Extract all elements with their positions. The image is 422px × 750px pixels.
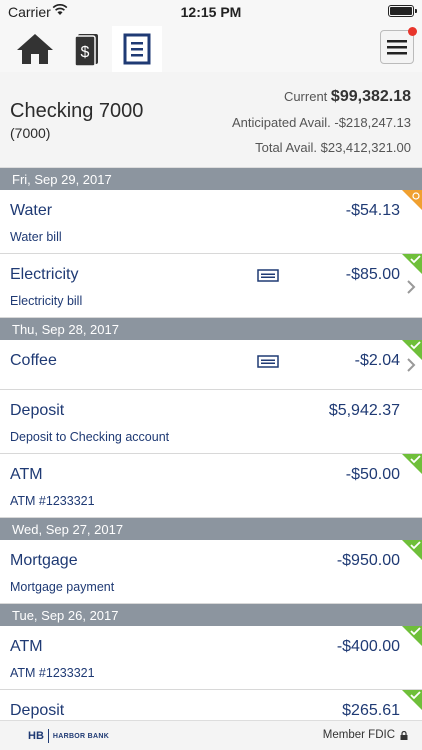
total-balance: Total Avail. $23,412,321.00: [255, 140, 411, 155]
chevron-right-icon: [407, 280, 416, 294]
svg-text:$: $: [81, 44, 90, 61]
menu-icon: [387, 40, 407, 55]
date-header: Fri, Sep 29, 2017: [0, 168, 422, 190]
status-bar: Carrier 12:15 PM: [0, 0, 422, 24]
transaction-name: Electricity: [10, 266, 79, 283]
transaction-amount: -$85.00: [345, 266, 400, 283]
notification-badge: [408, 27, 417, 36]
transaction-description: ATM #1233321: [10, 666, 95, 680]
account-number: (7000): [10, 125, 51, 141]
cleared-check-icon: [402, 540, 422, 560]
transaction-description: Electricity bill: [10, 294, 83, 308]
chevron-right-icon: [407, 358, 416, 372]
transaction-list[interactable]: Fri, Sep 29, 2017 Water Water bill -$54.…: [0, 168, 422, 720]
anticipated-balance: Anticipated Avail. -$218,247.13: [231, 115, 411, 130]
menu-button[interactable]: [380, 27, 417, 64]
nav-activity-button[interactable]: [112, 26, 162, 72]
cleared-check-icon: [402, 690, 422, 710]
account-summary: Checking 7000 (7000) Current $99,382.18 …: [0, 72, 422, 168]
transaction-name: Coffee: [10, 352, 57, 369]
member-fdic: Member FDIC: [323, 729, 408, 741]
transaction-row[interactable]: Mortgage Mortgage payment -$950.00: [0, 540, 422, 604]
transaction-name: Deposit: [10, 402, 65, 419]
transaction-amount: $265.61: [342, 702, 400, 719]
money-icon: $: [74, 34, 98, 67]
clock: 12:15 PM: [180, 4, 242, 20]
cleared-check-icon: [402, 626, 422, 646]
transaction-amount: $5,942.37: [328, 402, 400, 419]
transaction-row[interactable]: ATM ATM #1233321 -$400.00: [0, 626, 422, 690]
transaction-name: Deposit: [10, 702, 65, 719]
nav-accounts-button[interactable]: $: [61, 26, 111, 72]
cleared-check-icon: [402, 340, 422, 360]
transaction-row[interactable]: ATM ATM #1233321 -$50.00: [0, 454, 422, 518]
transaction-amount: -$950.00: [336, 552, 400, 569]
date-header: Tue, Sep 26, 2017: [0, 604, 422, 626]
transaction-row[interactable]: Water Water bill -$54.13: [0, 190, 422, 254]
transaction-amount: -$2.04: [354, 352, 400, 369]
transaction-name: ATM: [10, 638, 43, 655]
cleared-check-icon: [402, 454, 422, 474]
lock-icon: [400, 730, 408, 740]
transaction-row[interactable]: Deposit Deposit to Checking account $5,9…: [0, 390, 422, 454]
transaction-description: Mortgage payment: [10, 580, 115, 594]
footer: HB HARBOR BANK Member FDIC: [0, 720, 422, 750]
transaction-row[interactable]: Deposit $265.61: [0, 690, 422, 720]
card-icon: [257, 355, 279, 368]
pending-icon: [402, 190, 422, 210]
home-icon: [17, 34, 53, 64]
current-balance: Current $99,382.18: [283, 88, 411, 105]
date-header: Thu, Sep 28, 2017: [0, 318, 422, 340]
transaction-description: Deposit to Checking account: [10, 430, 170, 444]
transaction-description: ATM #1233321: [10, 494, 95, 508]
bank-logo: HB HARBOR BANK: [28, 729, 110, 743]
transaction-amount: -$54.13: [345, 202, 400, 219]
top-navigation: $: [0, 24, 422, 72]
nav-home-button[interactable]: [10, 26, 60, 72]
transaction-amount: -$50.00: [345, 466, 400, 483]
transaction-description: Water bill: [10, 230, 62, 244]
transaction-name: ATM: [10, 466, 43, 483]
card-icon: [257, 269, 279, 282]
account-name: Checking 7000: [10, 100, 144, 122]
transaction-row[interactable]: Electricity Electricity bill -$85.00: [0, 254, 422, 318]
battery-icon: [388, 5, 417, 17]
activity-icon: [123, 33, 151, 65]
transaction-name: Mortgage: [10, 552, 78, 569]
transaction-amount: -$400.00: [336, 638, 400, 655]
transaction-row[interactable]: Coffee -$2.04: [0, 340, 422, 390]
date-header: Wed, Sep 27, 2017: [0, 518, 422, 540]
cleared-check-icon: [402, 254, 422, 274]
transaction-name: Water: [10, 202, 53, 219]
